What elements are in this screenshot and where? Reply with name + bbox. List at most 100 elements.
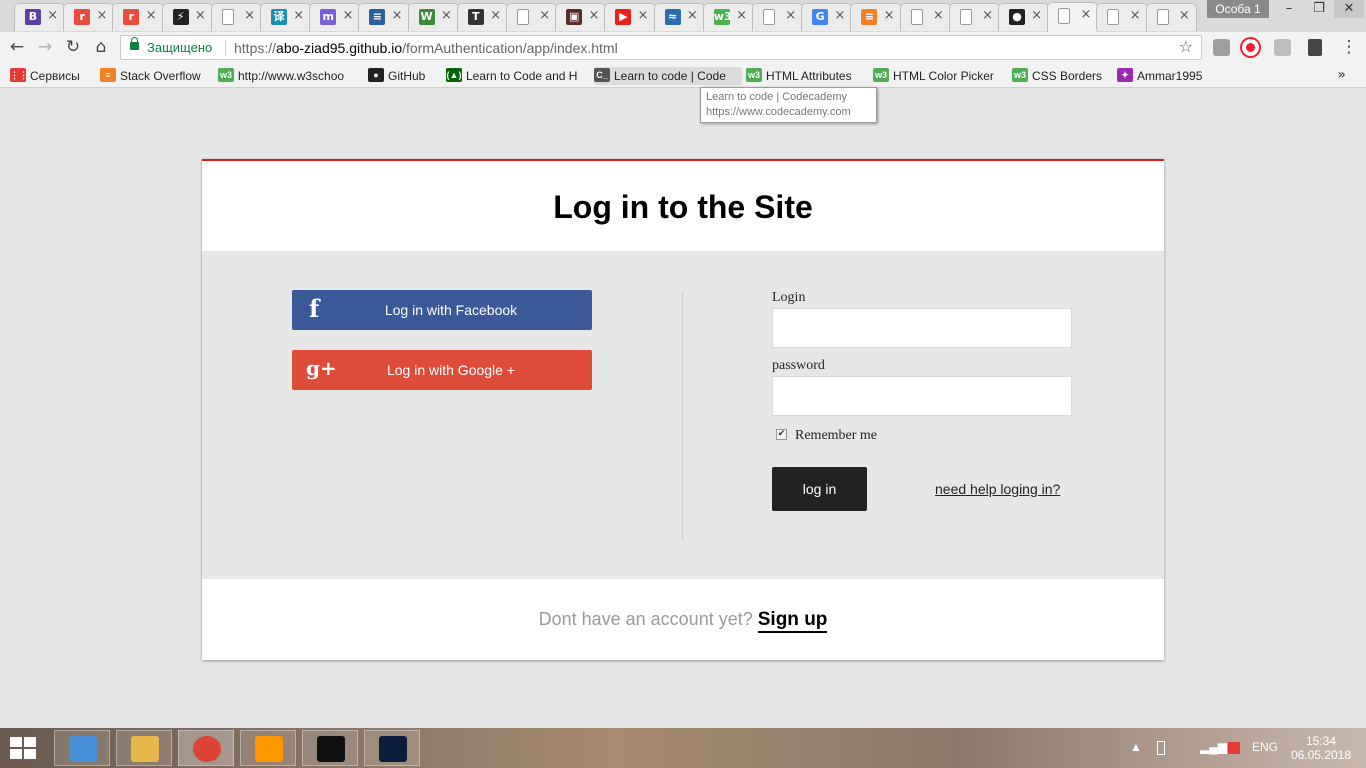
browser-tab[interactable]: r × xyxy=(63,3,115,31)
help-link[interactable]: need help loging in? xyxy=(935,481,1060,497)
bookmark-item[interactable]: w3 CSS Borders xyxy=(1012,67,1108,85)
tray-expand-icon[interactable]: ▲ xyxy=(1130,740,1142,754)
tab-close-icon[interactable]: × xyxy=(146,8,157,23)
browser-tab[interactable]: × xyxy=(752,3,804,31)
browser-tab[interactable]: ≈ × xyxy=(653,3,705,31)
bookmark-label: Stack Overflow xyxy=(120,69,201,83)
tab-close-icon[interactable]: × xyxy=(392,8,403,23)
tab-close-icon[interactable]: × xyxy=(342,8,353,23)
tab-close-icon[interactable]: × xyxy=(884,8,895,23)
tab-close-icon[interactable]: × xyxy=(982,8,993,23)
browser-tab[interactable]: × xyxy=(899,3,951,31)
tab-close-icon[interactable]: × xyxy=(441,8,452,23)
google-login-button[interactable]: g+ Log in with Google + xyxy=(292,350,592,390)
browser-tab[interactable]: G × xyxy=(801,3,853,31)
tab-close-icon[interactable]: × xyxy=(47,8,58,23)
browser-tab[interactable]: × xyxy=(1096,3,1148,31)
opera-vpn-icon[interactable] xyxy=(1242,39,1259,56)
bookmark-item[interactable]: w3 HTML Color Picker xyxy=(873,67,1003,85)
tab-close-icon[interactable]: × xyxy=(490,8,501,23)
browser-tab[interactable]: ⚡ × xyxy=(161,3,213,31)
tab-close-icon[interactable]: × xyxy=(293,8,304,23)
shield-extension-icon[interactable] xyxy=(1274,39,1291,56)
browser-tab[interactable]: × xyxy=(506,3,558,31)
bookmark-item[interactable]: w3 HTML Attributes xyxy=(746,67,866,85)
tab-close-icon[interactable]: × xyxy=(195,8,206,23)
taskbar-app[interactable] xyxy=(240,730,296,766)
tab-close-icon[interactable]: × xyxy=(1179,8,1190,23)
taskbar-app[interactable] xyxy=(54,730,110,766)
close-window-button[interactable]: ✕ xyxy=(1334,0,1364,18)
minimize-button[interactable]: – xyxy=(1274,0,1304,18)
address-bar[interactable]: Защищено https://abo-ziad95.github.io/fo… xyxy=(120,35,1202,60)
password-input[interactable] xyxy=(772,376,1072,416)
browser-tab[interactable]: × xyxy=(1047,2,1099,32)
battery-icon[interactable] xyxy=(1157,741,1165,755)
tab-close-icon[interactable]: × xyxy=(638,8,649,23)
tab-close-icon[interactable]: × xyxy=(588,8,599,23)
notification-icon[interactable] xyxy=(1228,742,1240,754)
facebook-login-button[interactable]: f Log in with Facebook xyxy=(292,290,592,330)
browser-tab[interactable]: ● × xyxy=(998,3,1050,31)
tab-close-icon[interactable]: × xyxy=(687,8,698,23)
login-input[interactable] xyxy=(772,308,1072,348)
restore-button[interactable]: ❐ xyxy=(1304,0,1334,18)
bookmarks-more-button[interactable]: » xyxy=(1337,67,1346,83)
browser-tab[interactable]: w3 × xyxy=(702,3,754,31)
browser-tab[interactable]: m × xyxy=(309,3,361,31)
language-indicator[interactable]: ENG xyxy=(1252,740,1278,754)
tab-close-icon[interactable]: × xyxy=(244,8,255,23)
login-button[interactable]: log in xyxy=(772,467,867,511)
browser-tab[interactable]: ≡ × xyxy=(358,3,410,31)
remember-checkbox[interactable]: ✔ xyxy=(776,429,787,440)
back-button[interactable]: ← xyxy=(6,36,28,58)
taskbar-app[interactable] xyxy=(178,730,234,766)
url-text[interactable]: https://abo-ziad95.github.io/formAuthent… xyxy=(234,40,618,56)
taskbar-app[interactable] xyxy=(116,730,172,766)
secure-label[interactable]: Защищено xyxy=(147,40,212,55)
tab-close-icon[interactable]: × xyxy=(1080,7,1091,22)
browser-tab[interactable]: r × xyxy=(112,3,164,31)
tab-close-icon[interactable]: × xyxy=(96,8,107,23)
tab-close-icon[interactable]: × xyxy=(785,8,796,23)
tab-close-icon[interactable]: × xyxy=(933,8,944,23)
bookmark-item[interactable]: (▲) Learn to Code and H xyxy=(446,67,586,85)
bookmark-item[interactable]: C_ Learn to code | Code xyxy=(594,67,742,85)
clock-date: 06.05.2018 xyxy=(1290,748,1352,762)
clock[interactable]: 15:34 06.05.2018 xyxy=(1286,734,1356,762)
bookmark-item[interactable]: ⋮⋮ Сервисы xyxy=(10,67,88,85)
browser-tab[interactable]: × xyxy=(210,3,262,31)
bookmark-star-icon[interactable]: ☆ xyxy=(1179,37,1193,56)
browser-tab[interactable]: B × xyxy=(14,3,66,31)
forward-button[interactable]: → xyxy=(34,36,56,58)
browser-tab[interactable]: W × xyxy=(407,3,459,31)
menu-icon[interactable]: ⋮ xyxy=(1338,36,1360,58)
tab-close-icon[interactable]: × xyxy=(1130,8,1141,23)
bookmark-item[interactable]: ● GitHub xyxy=(368,67,438,85)
browser-tab[interactable]: ≡ × xyxy=(850,3,902,31)
taskbar-app[interactable] xyxy=(302,730,358,766)
browser-tab[interactable]: ▣ × xyxy=(555,3,607,31)
tab-close-icon[interactable]: × xyxy=(834,8,845,23)
tab-close-icon[interactable]: × xyxy=(539,8,550,23)
tab-close-icon[interactable]: × xyxy=(1031,8,1042,23)
taskbar-app[interactable] xyxy=(364,730,420,766)
browser-tab[interactable]: × xyxy=(948,3,1000,31)
bookmark-item[interactable]: w3 http://www.w3schoo xyxy=(218,67,358,85)
browser-tab[interactable]: 译 × xyxy=(260,3,312,31)
tab-close-icon[interactable]: × xyxy=(736,8,747,23)
lock-icon[interactable] xyxy=(130,37,139,50)
browser-tab[interactable]: × xyxy=(1145,3,1197,31)
bookmark-item[interactable]: ✦ Ammar1995 xyxy=(1117,67,1207,85)
profile-button[interactable]: Особа 1 xyxy=(1207,0,1269,18)
eyedropper-extension-icon[interactable] xyxy=(1308,39,1322,56)
extension-puzzle-icon[interactable] xyxy=(1213,39,1230,56)
reload-button[interactable]: ↻ xyxy=(62,36,84,58)
home-button[interactable]: ⌂ xyxy=(90,36,112,58)
signup-link[interactable]: Sign up xyxy=(757,609,828,633)
start-button[interactable] xyxy=(10,737,36,759)
bookmark-item[interactable]: ≡ Stack Overflow xyxy=(100,67,212,85)
browser-tab[interactable]: T × xyxy=(456,3,508,31)
browser-tab[interactable]: ▶ × xyxy=(604,3,656,31)
signal-icon[interactable]: ▂▄▆ xyxy=(1200,740,1227,754)
